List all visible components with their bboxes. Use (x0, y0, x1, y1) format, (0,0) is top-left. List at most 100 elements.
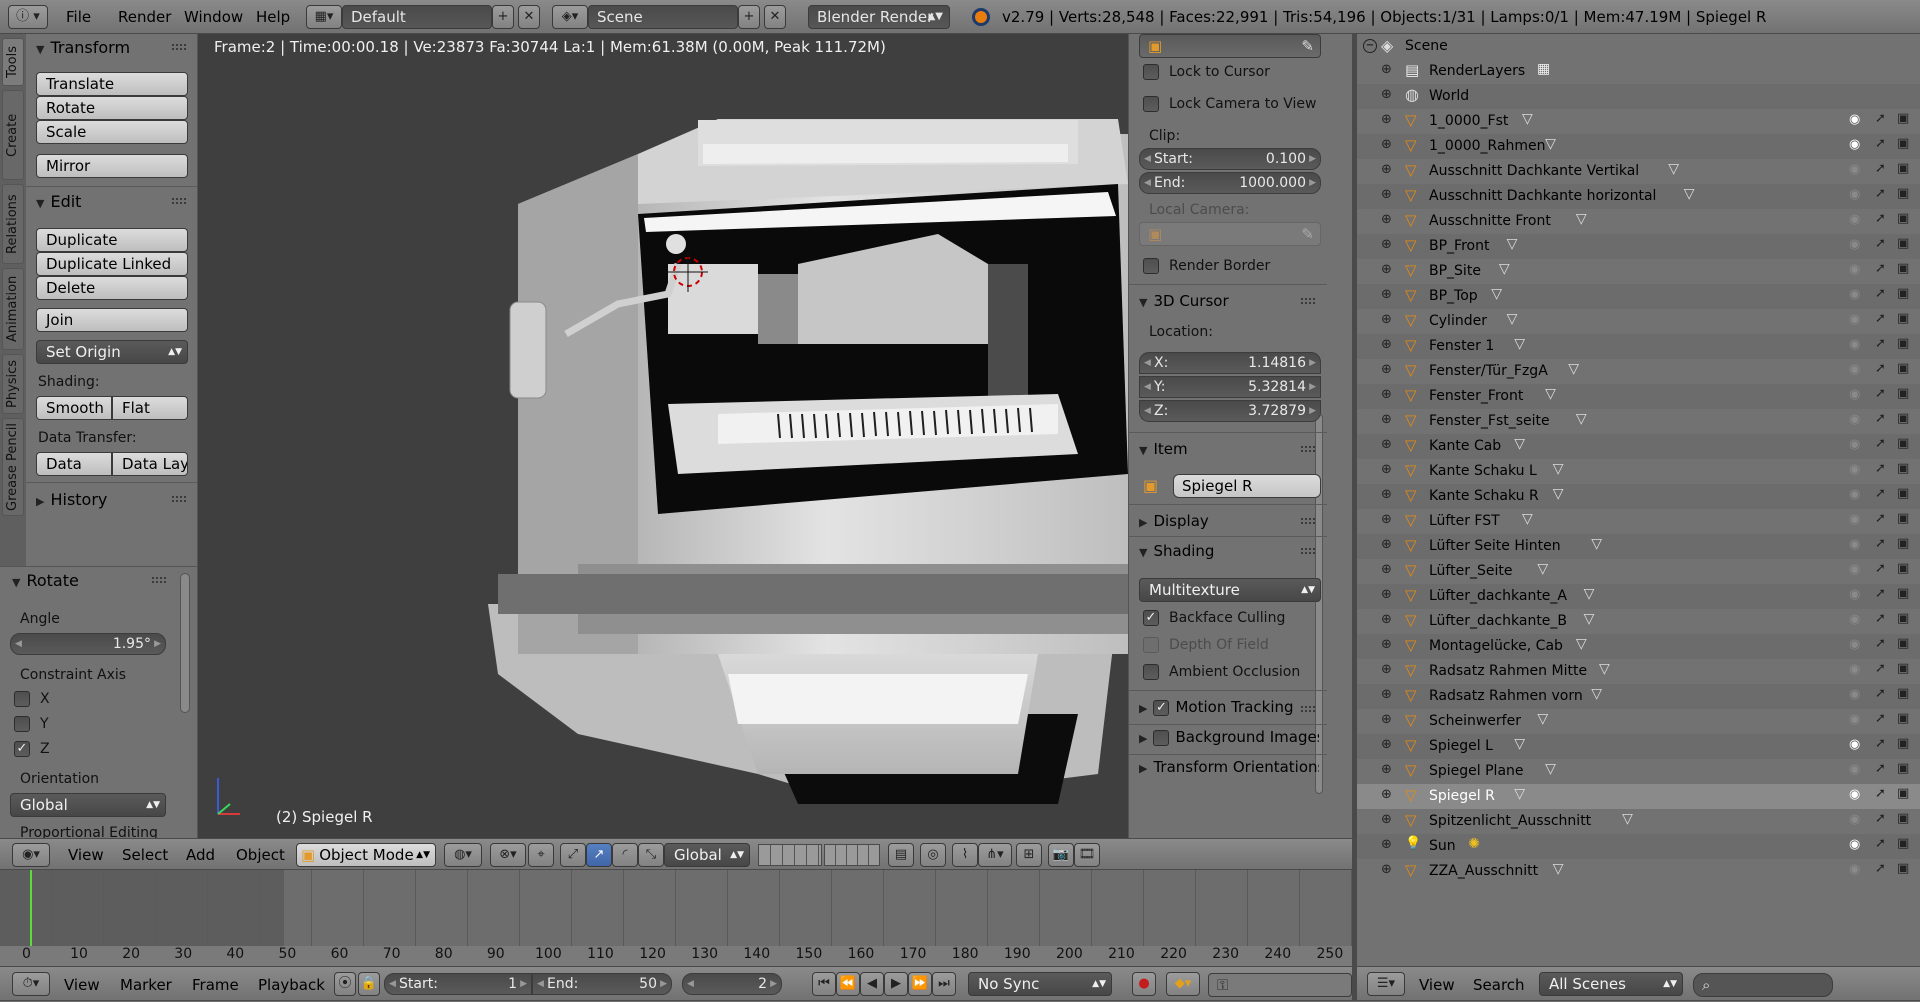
outliner-row[interactable]: ⊕ ▽ 1_0000_Fst ▽ ◉ ➚ ▣ (1357, 109, 1920, 134)
outliner-row[interactable]: ⊕ ▽ Scheinwerfer ▽ ◉ ➚ ▣ (1357, 709, 1920, 734)
mesh-data-icon[interactable]: ▽ (1576, 411, 1587, 427)
outliner-row[interactable]: ⊕ ▽ Kante Schaku L ▽ ◉ ➚ ▣ (1357, 459, 1920, 484)
mesh-data-icon[interactable]: ▽ (1537, 711, 1548, 727)
outliner-row[interactable]: ⊕ ▽ Spitzenlicht_Ausschnitt ▽ ◉ ➚ ▣ (1357, 809, 1920, 834)
visibility-eye-icon[interactable]: ◉ (1849, 762, 1860, 777)
outliner-row[interactable]: ⊕ ▽ Spiegel L ▽ ◉ ➚ ▣ (1357, 734, 1920, 759)
visibility-eye-icon[interactable]: ◉ (1849, 612, 1860, 627)
mesh-data-icon[interactable]: ▽ (1545, 761, 1556, 777)
object-mode-dropdown[interactable]: ▣ Object Mode ▲▼ (296, 843, 436, 867)
mesh-data-icon[interactable]: ▽ (1491, 286, 1502, 302)
editor-type-3d-icon[interactable]: ◉▾ (12, 843, 50, 867)
add-scene-icon[interactable]: + (738, 5, 760, 29)
outliner-row[interactable]: ⊕ ▽ 1_0000_Rahmen ▽ ◉ ➚ ▣ (1357, 134, 1920, 159)
selectable-arrow-icon[interactable]: ➚ (1875, 236, 1886, 251)
renderable-camera-icon[interactable]: ▣ (1897, 586, 1909, 601)
history-panel-header[interactable]: ▶ History (36, 490, 107, 509)
viewport-shading-icon[interactable]: ◍▾ (444, 843, 482, 867)
outliner-row[interactable]: ⊕ ▽ Montagelücke, Cab ▽ ◉ ➚ ▣ (1357, 634, 1920, 659)
outliner-row[interactable]: ⊕ ▽ Lüfter_Seite ▽ ◉ ➚ ▣ (1357, 559, 1920, 584)
selectable-arrow-icon[interactable]: ➚ (1875, 361, 1886, 376)
timeline-area[interactable]: 0 10 20 30 40 50 60 70 80 90 100 110 120 130 140 150 160… (0, 870, 1352, 966)
panel-grip-icon[interactable] (172, 496, 186, 502)
selectable-arrow-icon[interactable]: ➚ (1875, 461, 1886, 476)
menu-render[interactable]: Render (118, 0, 171, 34)
expand-icon[interactable]: ⊕ (1381, 662, 1392, 677)
selectable-arrow-icon[interactable]: ➚ (1875, 586, 1886, 601)
transform-orientation-dropdown[interactable]: Global ▲▼ (664, 843, 750, 867)
expand-icon[interactable]: ⊕ (1381, 187, 1392, 202)
visibility-eye-icon[interactable]: ◉ (1849, 812, 1860, 827)
shading-header[interactable]: ▼ Shading (1139, 542, 1214, 560)
selectable-arrow-icon[interactable]: ➚ (1875, 161, 1886, 176)
outliner-row[interactable]: ⊕ ▽ Lüfter FST ▽ ◉ ➚ ▣ (1357, 509, 1920, 534)
mesh-data-icon[interactable]: ▽ (1668, 161, 1679, 177)
mesh-data-icon[interactable]: ▽ (1507, 236, 1518, 252)
selectable-arrow-icon[interactable]: ➚ (1875, 761, 1886, 776)
selectable-arrow-icon[interactable]: ➚ (1875, 736, 1886, 751)
visibility-eye-icon[interactable]: ◉ (1849, 437, 1860, 452)
outliner-row[interactable]: ⊕ ▽ Radsatz Rahmen Mitte ▽ ◉ ➚ ▣ (1357, 659, 1920, 684)
mesh-data-icon[interactable]: ▽ (1576, 211, 1587, 227)
renderable-camera-icon[interactable]: ▣ (1897, 236, 1909, 251)
clip-start-field[interactable]: ◀ Start: 0.100 ▶ (1139, 148, 1321, 170)
mesh-data-icon[interactable]: ▽ (1553, 461, 1564, 477)
expand-icon[interactable]: ⊕ (1381, 512, 1392, 527)
display-header[interactable]: ▶ Display (1139, 512, 1209, 530)
angle-field[interactable]: ◀ 1.95° ▶ (10, 633, 166, 655)
visibility-eye-icon[interactable]: ◉ (1849, 462, 1860, 477)
expand-icon[interactable]: ⊕ (1381, 712, 1392, 727)
panel-grip-icon[interactable] (172, 198, 186, 204)
visibility-eye-icon[interactable]: ◉ (1849, 312, 1860, 327)
renderable-camera-icon[interactable]: ▣ (1897, 611, 1909, 626)
join-button[interactable]: Join (36, 308, 188, 332)
render-camera-icon[interactable]: 📷 (1048, 843, 1074, 867)
selectable-arrow-icon[interactable]: ➚ (1875, 436, 1886, 451)
tab-grease-pencil[interactable]: Grease Pencil (2, 418, 24, 516)
visibility-eye-icon[interactable]: ◉ (1849, 287, 1860, 302)
expand-icon[interactable]: ⊕ (1381, 737, 1392, 752)
set-origin-dropdown[interactable]: Set Origin ▲▼ (36, 340, 188, 364)
menu-help[interactable]: Help (256, 0, 290, 34)
renderable-camera-icon[interactable]: ▣ (1897, 636, 1909, 651)
proportional-edit-icon[interactable]: ◎ (920, 843, 946, 867)
tab-physics[interactable]: Physics (2, 354, 24, 414)
panel-grip-icon[interactable] (172, 44, 186, 50)
jump-end-icon[interactable]: ⏭ (932, 972, 956, 996)
renderable-camera-icon[interactable]: ▣ (1897, 186, 1909, 201)
visibility-eye-icon[interactable]: ◉ (1849, 512, 1860, 527)
mesh-data-icon[interactable]: ▽ (1584, 611, 1595, 627)
viewport-menu-view[interactable]: View (68, 839, 104, 871)
selectable-arrow-icon[interactable]: ➚ (1875, 561, 1886, 576)
snap-target-icon[interactable]: ⊞ (1016, 843, 1042, 867)
expand-icon[interactable]: ⊕ (1381, 237, 1392, 252)
pivot-point-icon[interactable]: ⊗▾ (490, 843, 526, 867)
expand-icon[interactable]: ⊕ (1381, 212, 1392, 227)
renderable-camera-icon[interactable]: ▣ (1897, 736, 1909, 751)
render-border-checkbox[interactable] (1143, 258, 1159, 274)
expand-icon[interactable]: ⊕ (1381, 462, 1392, 477)
expand-icon[interactable]: ⊕ (1381, 262, 1392, 277)
expand-icon[interactable]: ⊕ (1381, 387, 1392, 402)
expand-icon[interactable]: ⊕ (1381, 787, 1392, 802)
current-frame-field[interactable]: ◀ 2 ▶ (682, 973, 782, 995)
visibility-eye-icon[interactable]: ◉ (1849, 412, 1860, 427)
outliner-row[interactable]: ⊕ ▽ Cylinder ▽ ◉ ➚ ▣ (1357, 309, 1920, 334)
selectable-arrow-icon[interactable]: ➚ (1875, 311, 1886, 326)
outliner-row[interactable]: ⊕ ▽ Ausschnitt Dachkante Vertikal ▽ ◉ ➚ ▣ (1357, 159, 1920, 184)
outliner-row[interactable]: ⊕ ▽ Fenster_Front ▽ ◉ ➚ ▣ (1357, 384, 1920, 409)
keying-set-icon[interactable]: ◆▾ (1166, 972, 1200, 996)
selectable-arrow-icon[interactable]: ➚ (1875, 686, 1886, 701)
lock-camera-checkbox[interactable] (1143, 96, 1159, 112)
visibility-eye-icon[interactable]: ◉ (1849, 587, 1860, 602)
rotate-button[interactable]: Rotate (36, 96, 188, 120)
expand-icon[interactable]: ⊕ (1381, 487, 1392, 502)
selectable-arrow-icon[interactable]: ➚ (1875, 336, 1886, 351)
remove-screen-icon[interactable]: ✕ (518, 5, 540, 29)
cursor-z-field[interactable]: ◀ Z: 3.72879 ▶ (1139, 400, 1321, 422)
current-frame-indicator[interactable] (30, 870, 32, 946)
lamp-data-icon[interactable]: ✺ (1468, 836, 1480, 852)
rotate-manipulator-icon[interactable]: ↗ (586, 843, 612, 867)
outliner-search-input[interactable]: ⌕ (1693, 973, 1833, 997)
motion-tracking-header[interactable]: ▶ ✓ Motion Tracking (1139, 698, 1294, 716)
